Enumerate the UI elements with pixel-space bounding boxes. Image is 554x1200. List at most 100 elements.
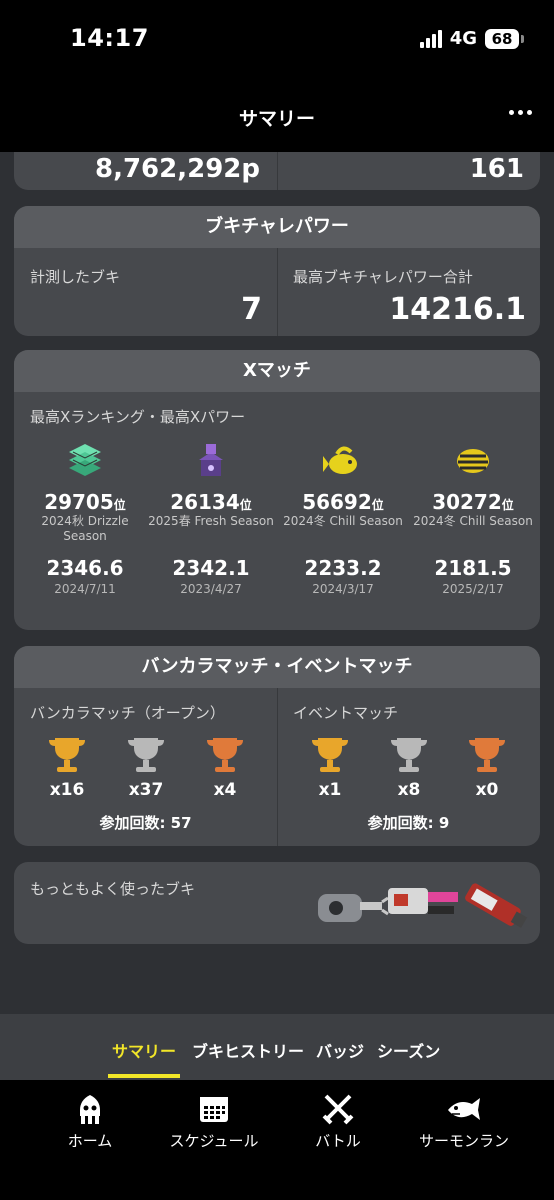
most-used-weapons-label: もっともよく使ったブキ [30, 880, 196, 898]
x-match-card: Xマッチ 最高Xランキング・最高Xパワー 29705位 2024秋 Drizzl… [14, 350, 540, 630]
tab-summary[interactable]: サマリー [112, 1038, 176, 1062]
nav-home[interactable]: ホーム [30, 1092, 150, 1151]
bronze-trophy-icon [469, 738, 505, 772]
zone-tower-icon [69, 444, 101, 476]
best-power-label: 最高ブキチャレパワー合計 [293, 268, 473, 286]
x-entry-2: 26134位 2025春 Fresh Season [146, 438, 276, 529]
trophy-count: x37 [128, 780, 164, 800]
best-power-value: 14216.1 [389, 292, 526, 327]
x-power-value: 2342.1 [172, 556, 250, 580]
silver-trophy-icon [391, 738, 427, 772]
clam-icon [457, 449, 489, 473]
x-season-name-cont: Season [63, 529, 107, 543]
tab-season[interactable]: シーズン [377, 1038, 440, 1062]
anarchy-gold-trophy: x16 [42, 734, 92, 800]
summary-tabs: サマリー ブキヒストリー バッジ シーズン [0, 1014, 554, 1080]
rank-suffix: 位 [239, 498, 252, 512]
rank-suffix: 位 [371, 498, 384, 512]
tower-control-icon [199, 444, 223, 476]
x-rank-value: 56692 [302, 490, 372, 514]
more-options-icon[interactable] [509, 110, 532, 115]
battery-level: 68 [485, 28, 519, 49]
salmon-icon [448, 1098, 480, 1120]
battery-icon: 68 [485, 28, 524, 49]
nav-header: サマリー [0, 80, 554, 152]
overview-left-value: 8,762,292p [94, 154, 260, 184]
trophy-count: x16 [49, 780, 85, 800]
x-season-name: 2024秋 Drizzle [41, 514, 129, 528]
challenge-power-title: ブキチャレパワー [14, 206, 540, 248]
x-entry-1: 29705位 2024秋 Drizzle Season [20, 438, 150, 544]
crossed-weapons-icon [322, 1094, 354, 1125]
event-silver-trophy: x8 [384, 734, 434, 800]
x-power-value: 2181.5 [434, 556, 512, 580]
x-rank-value: 30272 [432, 490, 502, 514]
anarchy-silver-trophy: x37 [121, 734, 171, 800]
status-time: 14:17 [70, 24, 149, 52]
bronze-trophy-icon [207, 738, 243, 772]
nav-battle[interactable]: バトル [278, 1092, 398, 1151]
nav-schedule-label: スケジュール [169, 1132, 259, 1150]
active-tab-indicator [108, 1074, 180, 1078]
x-season-name: 2024冬 Chill Season [283, 514, 403, 528]
nav-salmon-run-label: サーモンラン [418, 1132, 509, 1150]
x-rank-value: 26134 [170, 490, 240, 514]
x-season-name: 2025春 Fresh Season [148, 514, 274, 528]
overview-right-value: 161 [469, 154, 524, 184]
nav-home-label: ホーム [67, 1132, 113, 1150]
gold-trophy-icon [312, 738, 348, 772]
event-match-label: イベントマッチ [293, 704, 399, 722]
tab-badges[interactable]: バッジ [316, 1038, 364, 1062]
gold-trophy-icon [49, 738, 85, 772]
overview-card: 8,762,292p 161 [14, 152, 540, 190]
anarchy-bronze-trophy: x4 [200, 734, 250, 800]
anarchy-participation: 参加回数: 57 [99, 814, 192, 832]
anarchy-event-card: バンカラマッチ・イベントマッチ バンカラマッチ（オープン） イベントマッチ x1… [14, 646, 540, 846]
most-used-weapons-card[interactable]: もっともよく使ったブキ [14, 862, 540, 944]
status-bar: 14:17 4G 68 [0, 0, 554, 80]
rank-suffix: 位 [113, 498, 126, 512]
tab-weapon-history[interactable]: ブキヒストリー [192, 1038, 304, 1062]
rank-suffix: 位 [501, 498, 514, 512]
weapon-icon-3 [465, 883, 528, 928]
x-entry-4: 30272位 2024冬 Chill Season [408, 438, 538, 529]
trophy-count: x8 [397, 780, 421, 800]
trophy-count: x0 [475, 780, 499, 800]
x-power-date: 2024/7/11 [54, 582, 116, 596]
bottom-navigation: ホーム スケジュール バトル サーモンラン [0, 1080, 554, 1200]
nav-battle-label: バトル [315, 1132, 361, 1150]
x-power-date: 2024/3/17 [312, 582, 374, 596]
x-entry-3: 56692位 2024冬 Chill Season [278, 438, 408, 529]
anarchy-event-title: バンカラマッチ・イベントマッチ [14, 646, 540, 688]
nav-salmon-run[interactable]: サーモンラン [404, 1092, 524, 1151]
network-type: 4G [449, 28, 477, 49]
calendar-icon [200, 1097, 228, 1122]
signal-icon [419, 29, 442, 48]
trophy-count: x4 [213, 780, 237, 800]
measured-weapons-value: 7 [241, 292, 262, 327]
x-match-title: Xマッチ [14, 350, 540, 392]
x-power-date: 2023/4/27 [180, 582, 242, 596]
nav-schedule[interactable]: スケジュール [154, 1092, 274, 1151]
trophy-count: x1 [318, 780, 342, 800]
challenge-power-card: ブキチャレパワー 計測したブキ 7 最高ブキチャレパワー合計 14216.1 [14, 206, 540, 336]
status-icons: 4G 68 [419, 28, 524, 49]
x-season-name: 2024冬 Chill Season [413, 514, 533, 528]
measured-weapons-label: 計測したブキ [30, 268, 121, 286]
page-title: サマリー [238, 108, 315, 130]
x-power-date: 2025/2/17 [442, 582, 504, 596]
golden-fish-icon [323, 446, 357, 474]
event-gold-trophy: x1 [305, 734, 355, 800]
summary-content[interactable]: 8,762,292p 161 ブキチャレパワー 計測したブキ 7 最高ブキチャレ… [0, 152, 554, 1014]
squid-home-icon [80, 1095, 100, 1124]
event-bronze-trophy: x0 [462, 734, 512, 800]
x-match-subtitle: 最高Xランキング・最高Xパワー [30, 408, 246, 426]
anarchy-open-label: バンカラマッチ（オープン） [30, 704, 225, 722]
x-rank-value: 29705 [44, 490, 114, 514]
x-power-value: 2233.2 [304, 556, 382, 580]
weapon-icon-1 [318, 894, 389, 922]
event-participation: 参加回数: 9 [367, 814, 450, 832]
silver-trophy-icon [128, 738, 164, 772]
x-power-value: 2346.6 [46, 556, 124, 580]
weapon-icon-2 [388, 888, 458, 914]
